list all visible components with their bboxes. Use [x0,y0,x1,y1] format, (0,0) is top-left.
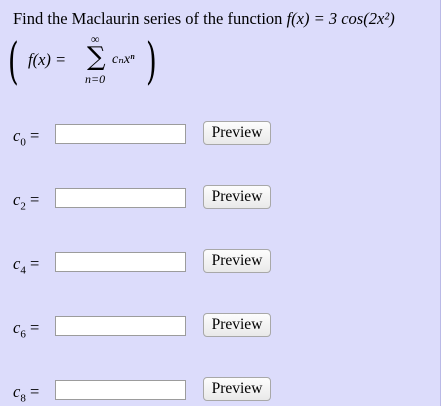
question-intro: Find the Maclaurin series of the functio… [13,9,287,28]
sum-lower-limit: n=0 [85,72,106,86]
question-text: Find the Maclaurin series of the functio… [13,8,395,30]
coefficient-label: c4 = [13,254,40,277]
preview-button-c0[interactable]: Preview [203,121,271,145]
preview-button-c8[interactable]: Preview [203,377,271,401]
preview-button-c4[interactable]: Preview [203,249,271,273]
sum-symbol: ∑ [87,42,106,72]
series-term: cₙxⁿ [112,52,135,67]
right-paren: ) [146,32,157,90]
coefficient-row-c0: c0 = Preview [0,119,441,149]
question-panel: Find the Maclaurin series of the functio… [0,0,441,406]
coefficient-row-c8: c8 = Preview [0,375,441,405]
coefficient-row-c4: c4 = Preview [0,247,441,277]
coefficient-label: c0 = [13,126,40,149]
left-paren: ( [8,32,19,90]
coefficient-row-c6: c6 = Preview [0,311,441,341]
coefficient-label: c8 = [13,382,40,405]
answer-input-c4[interactable] [55,252,186,272]
answer-input-c0[interactable] [55,124,186,144]
coefficient-row-c2: c2 = Preview [0,183,441,213]
answer-input-c8[interactable] [55,380,186,400]
coefficient-label: c6 = [13,318,40,341]
preview-button-c6[interactable]: Preview [203,313,271,337]
question-function: f(x) = 3 cos(2x²) [286,9,395,28]
preview-button-c2[interactable]: Preview [203,185,271,209]
answer-input-c6[interactable] [55,316,186,336]
formula-lhs: f(x) = [28,50,67,69]
answer-input-c2[interactable] [55,188,186,208]
coefficient-label: c2 = [13,190,40,213]
